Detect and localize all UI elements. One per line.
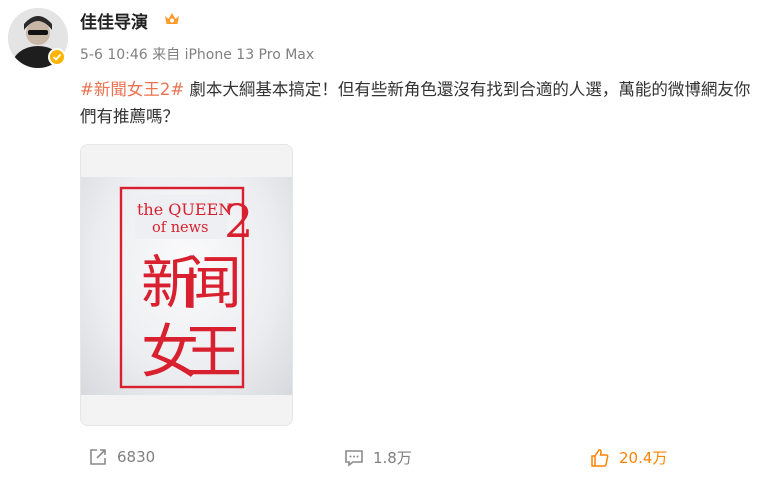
poster-title-en-1: the QUEEN [137, 200, 232, 219]
poster-char-4: 王 [184, 318, 242, 386]
hashtag-link[interactable]: #新聞女王2# [80, 80, 184, 99]
verified-badge-icon [48, 48, 66, 66]
post-source-prefix: 来自 [152, 47, 181, 63]
poster-artwork: the QUEEN of news 2 新 闻 女 王 [119, 186, 253, 389]
poster-char-2: 闻 [184, 249, 242, 317]
poster-image: the QUEEN of news 2 新 闻 女 王 [81, 177, 292, 395]
comment-icon [345, 449, 363, 467]
post-image[interactable]: the QUEEN of news 2 新 闻 女 王 [80, 144, 293, 426]
comment-count: 1.8万 [373, 449, 412, 467]
action-bar: 6830 1.8万 20.4万 [0, 444, 776, 474]
post-source-device: iPhone 13 Pro Max [184, 47, 315, 63]
repost-button[interactable]: 6830 [88, 447, 155, 467]
thumbs-up-icon [591, 448, 609, 467]
like-button[interactable]: 20.4万 [590, 447, 667, 468]
post-date[interactable]: 5-6 10:46 [80, 47, 148, 63]
post-text: #新聞女王2# 劇本大綱基本搞定！但有些新角色還沒有找到合適的人選，萬能的微博網… [80, 76, 766, 130]
author-name[interactable]: 佳佳导演 [80, 8, 148, 33]
post-meta: 5-6 10:46 来自 iPhone 13 Pro Max [80, 44, 314, 64]
comment-button[interactable]: 1.8万 [344, 447, 412, 468]
like-count: 20.4万 [619, 449, 668, 467]
member-crown-icon[interactable] [163, 10, 181, 28]
poster-title-en-2: of news [152, 220, 208, 236]
repost-count: 6830 [117, 448, 156, 466]
share-icon [90, 449, 106, 465]
poster-number: 2 [224, 194, 253, 248]
